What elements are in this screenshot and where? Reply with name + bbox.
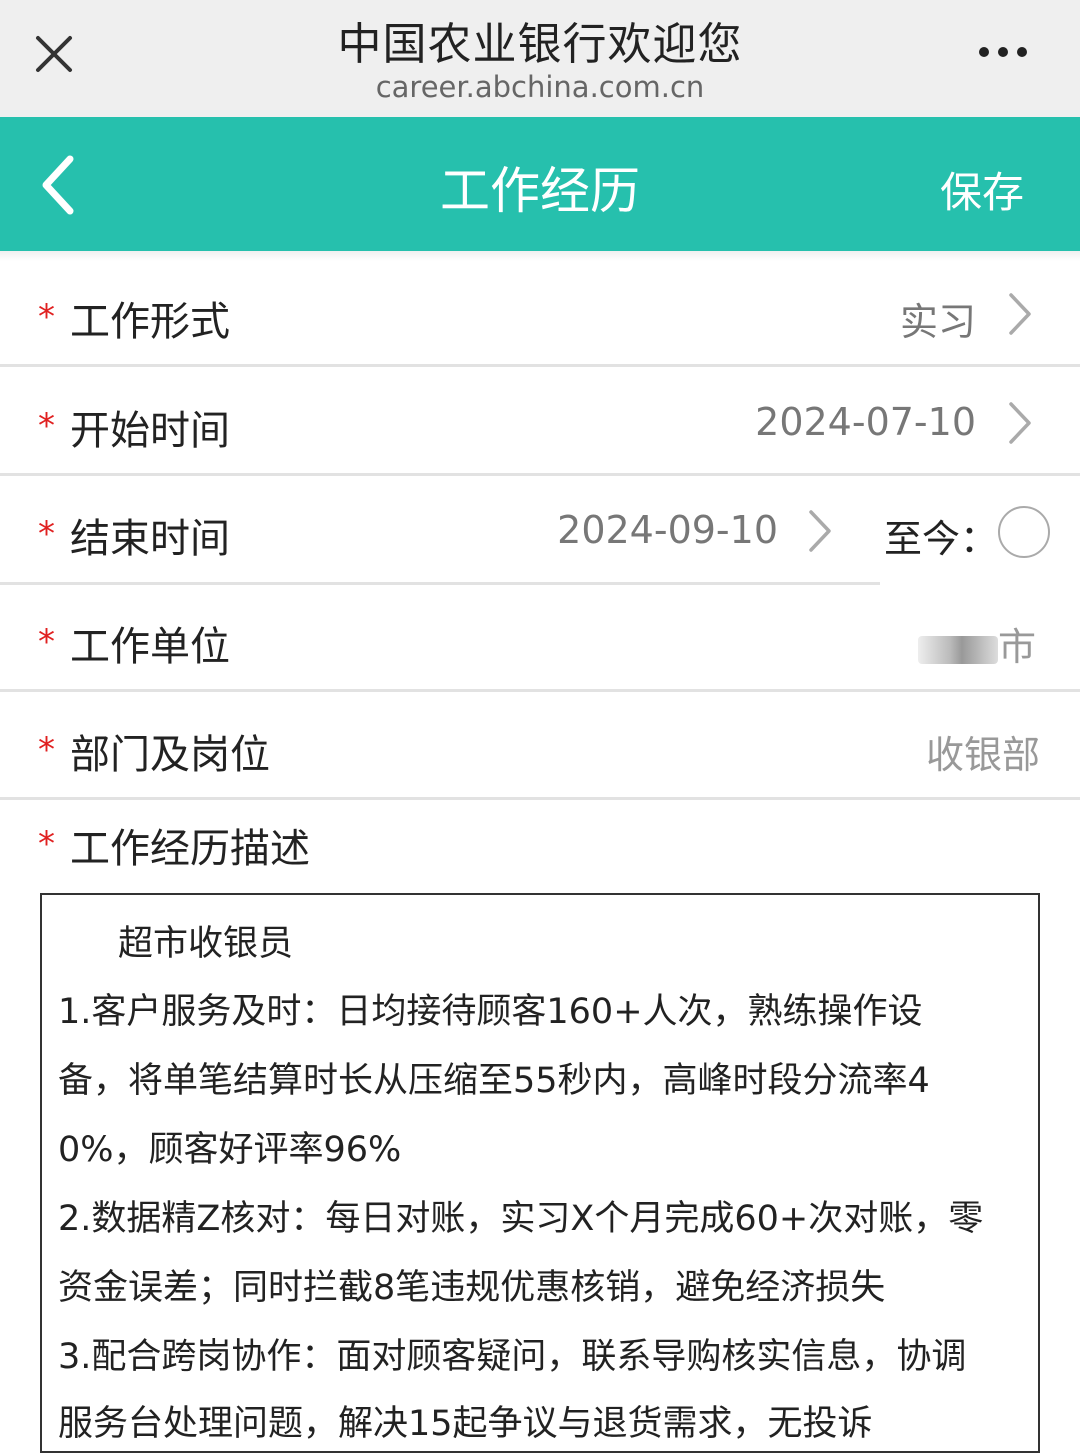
app-header: 工作经历 保存 <box>0 117 1080 251</box>
description-label-row: * 工作经历描述 <box>0 800 1080 890</box>
work-type-label: 工作形式 <box>70 299 230 345</box>
description-line: 超市收银员 <box>118 924 294 964</box>
divider <box>0 582 880 585</box>
description-line: 1.客户服务及时：日均接待顾客160+人次，熟练操作设 <box>58 992 923 1032</box>
employer-label: 工作单位 <box>70 624 230 670</box>
chevron-right-icon[interactable] <box>1006 291 1034 337</box>
description-line: 0%，顾客好评率96% <box>58 1130 402 1170</box>
description-label: 工作经历描述 <box>70 826 310 872</box>
required-mark: * <box>38 514 55 554</box>
required-mark: * <box>38 297 55 337</box>
redacted-text <box>918 636 998 664</box>
browser-bar: 中国农业银行欢迎您 career.abchina.com.cn <box>0 0 1080 117</box>
description-line: 服务台处理问题，解决15起争议与退货需求，无投诉 <box>58 1404 873 1444</box>
chevron-right-icon[interactable] <box>806 508 834 554</box>
start-time-row[interactable]: * 开始时间 2024-07-10 <box>0 370 1080 476</box>
description-textarea[interactable]: 超市收银员 1.客户服务及时：日均接待顾客160+人次，熟练操作设 备，将单笔结… <box>40 893 1040 1453</box>
page-title: 工作经历 <box>440 162 640 220</box>
work-type-row[interactable]: * 工作形式 实习 <box>0 261 1080 367</box>
end-time-label: 结束时间 <box>70 516 230 562</box>
more-dots-icon[interactable] <box>978 44 1028 60</box>
department-row[interactable]: * 部门及岗位 收银部 <box>0 694 1080 800</box>
browser-url: career.abchina.com.cn <box>375 70 705 104</box>
save-button[interactable]: 保存 <box>940 159 1024 220</box>
start-time-label: 开始时间 <box>70 408 230 454</box>
to-now-label: 至今： <box>884 517 999 561</box>
end-time-value[interactable]: 2024-09-10 <box>557 508 778 552</box>
description-line: 2.数据精Z核对：每日对账，实习X个月完成60+次对账，零 <box>58 1199 984 1239</box>
description-line: 备，将单笔结算时长从压缩至55秒内，高峰时段分流率4 <box>58 1061 930 1101</box>
start-time-value[interactable]: 2024-07-10 <box>755 400 976 444</box>
chevron-right-icon[interactable] <box>1006 400 1034 446</box>
required-mark: * <box>38 824 55 864</box>
description-line: 资金误差；同时拦截8笔违规优惠核销，避免经济损失 <box>58 1268 886 1308</box>
department-value[interactable]: 收银部 <box>926 724 1040 779</box>
work-type-value[interactable]: 实习 <box>900 291 976 346</box>
description-line: 3.配合跨岗协作：面对顾客疑问，联系导购核实信息，协调 <box>58 1337 967 1377</box>
employer-value[interactable]: 市 <box>998 616 1036 671</box>
to-now-radio[interactable] <box>998 506 1050 558</box>
department-label: 部门及岗位 <box>70 732 270 778</box>
required-mark: * <box>38 622 55 662</box>
browser-title: 中国农业银行欢迎您 <box>337 19 743 70</box>
header-shadow <box>0 251 1080 261</box>
required-mark: * <box>38 730 55 770</box>
required-mark: * <box>38 406 55 446</box>
